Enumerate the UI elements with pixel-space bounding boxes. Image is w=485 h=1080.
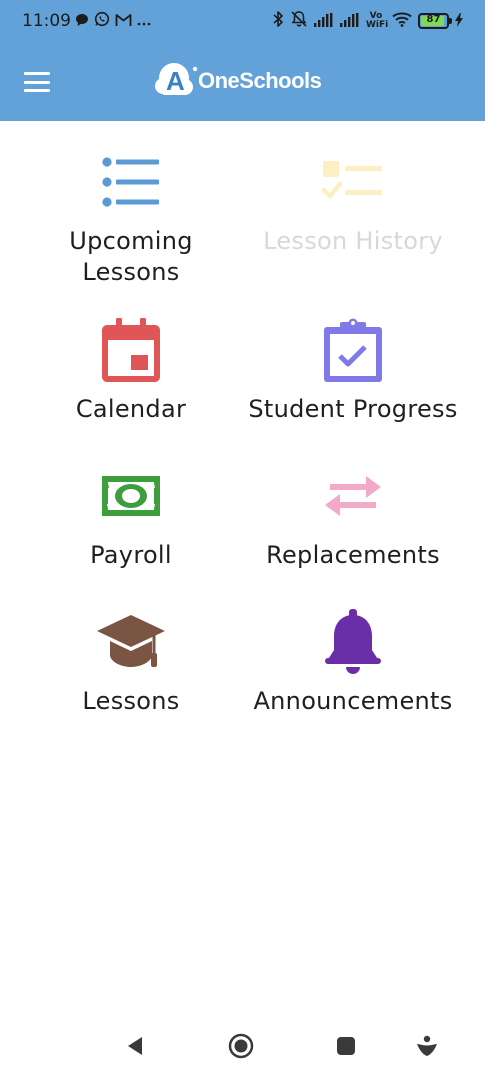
tile-label: Calendar xyxy=(75,395,187,423)
gmail-icon xyxy=(115,12,132,31)
app-logo: A OneSchools xyxy=(154,61,322,101)
home-icon xyxy=(228,1033,254,1063)
home-button[interactable] xyxy=(221,1028,261,1068)
tile-student-progress[interactable]: Student Progress xyxy=(238,318,468,425)
list-icon xyxy=(101,156,161,212)
signal-icon xyxy=(340,12,360,31)
tile-label: Student Progress xyxy=(248,395,458,423)
recents-icon xyxy=(336,1036,356,1060)
calendar-icon xyxy=(102,318,160,386)
chat-bubble-icon xyxy=(75,12,89,31)
clipboard-check-icon xyxy=(324,318,382,386)
tile-announcements[interactable]: Announcements xyxy=(238,609,468,717)
app-name: OneSchools xyxy=(198,68,322,93)
app-header: 11:09 Vo WiFi 87 A OneSchools xyxy=(0,0,485,121)
back-button[interactable] xyxy=(115,1028,155,1068)
assistant-button[interactable] xyxy=(407,1028,447,1068)
hamburger-menu-button[interactable] xyxy=(24,72,50,92)
tile-calendar[interactable]: Calendar xyxy=(16,318,246,425)
charging-bolt-icon xyxy=(455,12,463,31)
bluetooth-icon xyxy=(273,10,284,32)
whatsapp-icon xyxy=(94,11,110,31)
tile-replacements[interactable]: Replacements xyxy=(238,466,468,571)
mute-bell-icon xyxy=(290,10,308,32)
recents-button[interactable] xyxy=(326,1028,366,1068)
logo-mark: A xyxy=(154,61,198,101)
tile-lesson-history[interactable]: Lesson History xyxy=(238,152,468,257)
back-icon xyxy=(126,1036,144,1060)
logo-letter: A xyxy=(166,66,185,96)
tile-label: Replacements xyxy=(266,541,440,569)
wifi-icon xyxy=(392,11,412,31)
more-notifications-icon xyxy=(137,12,151,31)
tile-label: Payroll xyxy=(90,541,172,569)
hamburger-icon xyxy=(24,72,50,75)
system-nav-bar xyxy=(0,1016,485,1080)
graduation-cap-icon xyxy=(96,613,166,675)
bell-icon xyxy=(323,609,383,679)
money-icon xyxy=(102,476,160,520)
tile-lessons[interactable]: Lessons xyxy=(16,612,246,717)
assistant-icon xyxy=(416,1035,438,1061)
checklist-icon xyxy=(321,160,384,208)
tile-label: Upcoming Lessons xyxy=(69,227,193,286)
tile-label: Lessons xyxy=(82,687,180,715)
signal-icon xyxy=(314,12,334,31)
tile-label: Announcements xyxy=(253,687,453,715)
battery-icon: 87 xyxy=(418,13,452,29)
vowifi-label: Vo WiFi xyxy=(366,11,389,30)
tile-label: Lesson History xyxy=(263,227,443,255)
swap-arrows-icon xyxy=(324,475,382,521)
status-bar: 11:09 Vo WiFi 87 xyxy=(0,0,485,44)
tile-payroll[interactable]: Payroll xyxy=(16,466,246,571)
tile-upcoming-lessons[interactable]: Upcoming Lessons xyxy=(16,152,246,288)
status-time: 11:09 xyxy=(22,11,71,31)
